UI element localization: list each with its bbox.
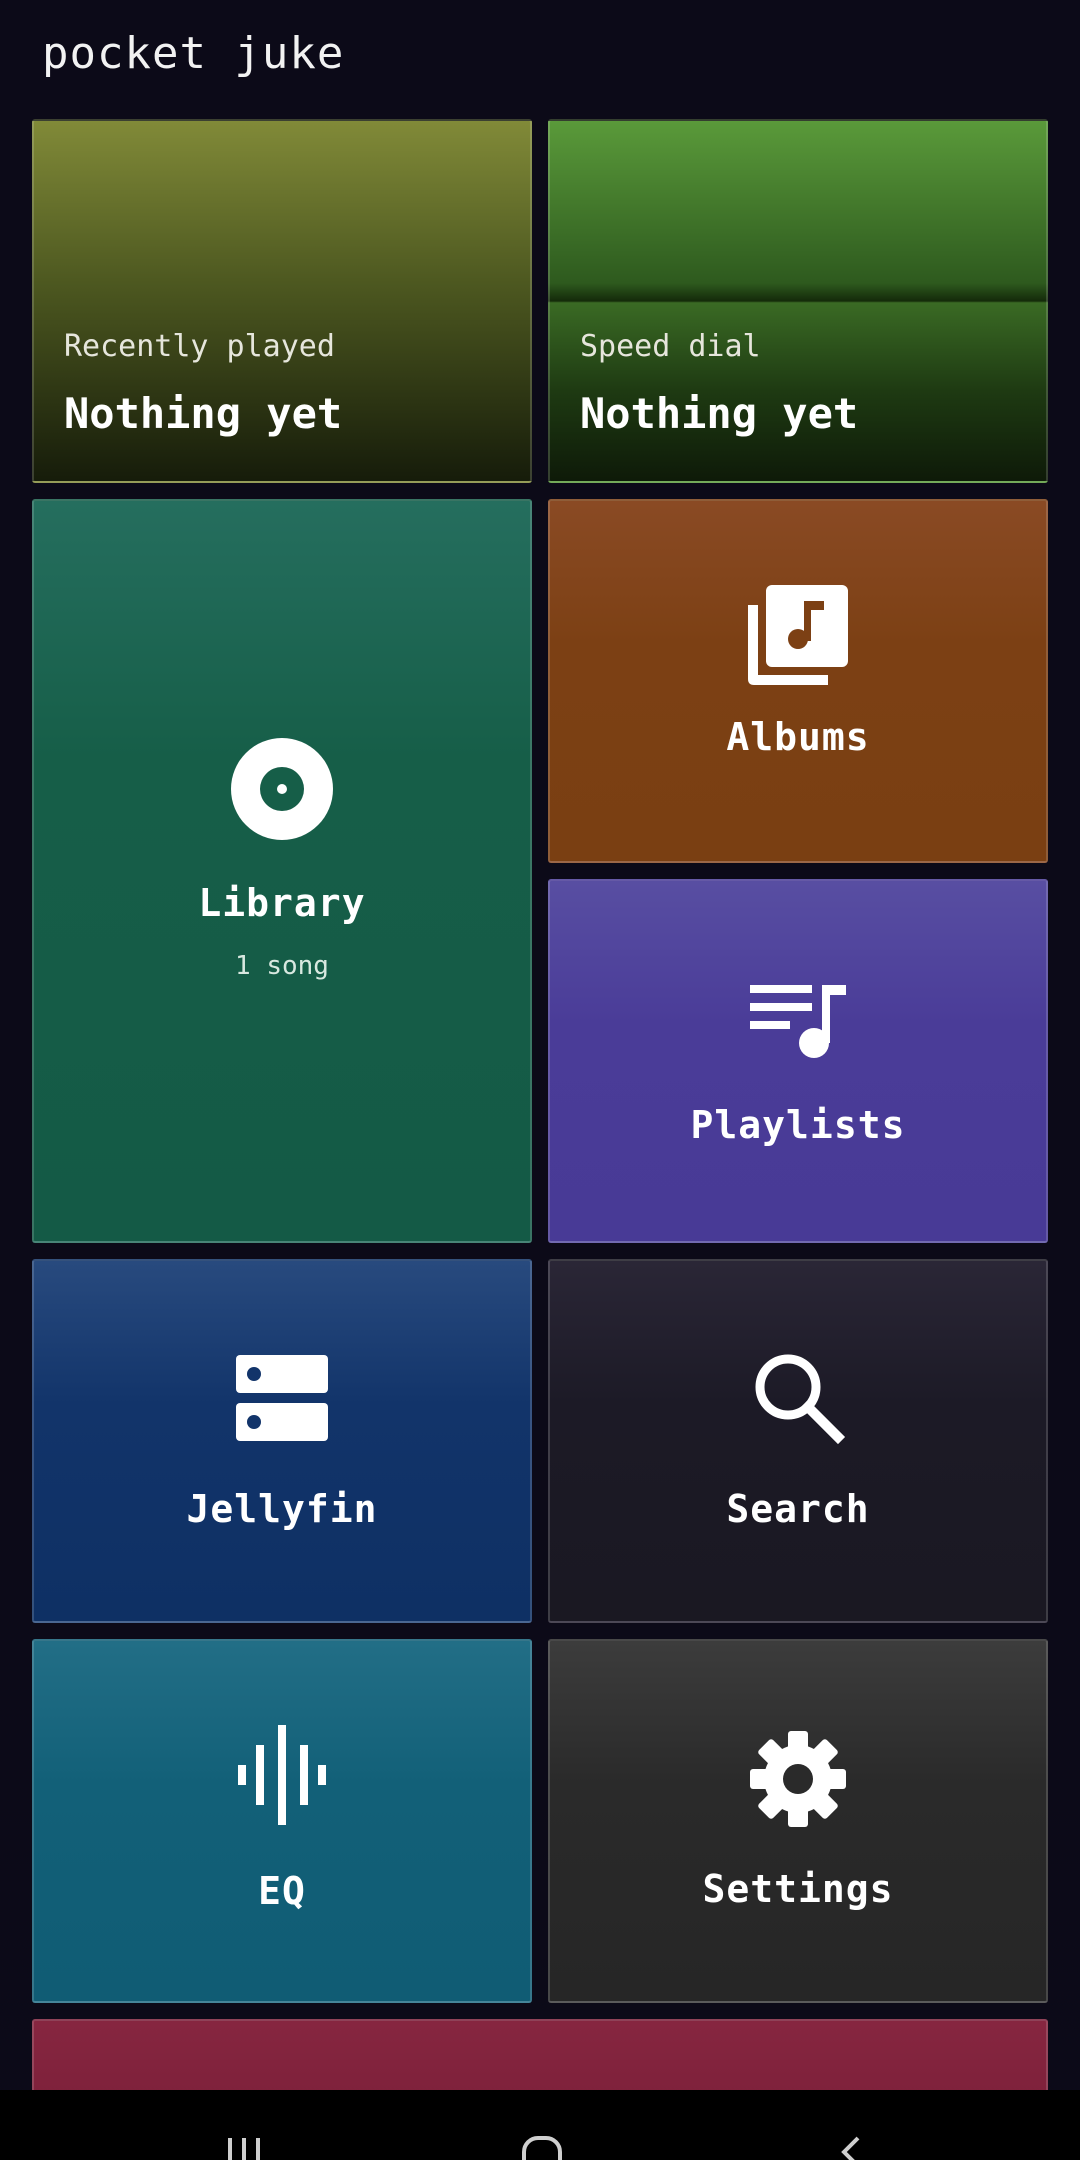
app-title: pocket juke — [42, 28, 345, 79]
server-icon — [234, 1349, 330, 1445]
app-screen: pocket juke Recently played Nothing yet … — [0, 0, 1080, 2160]
waveform-icon — [234, 1723, 330, 1827]
navigation-bar — [0, 2090, 1080, 2160]
settings-tile[interactable]: Settings — [548, 1639, 1048, 2003]
back-icon[interactable] — [820, 2130, 880, 2160]
eq-label: EQ — [258, 1869, 306, 1913]
playlist-icon — [748, 981, 848, 1061]
playlists-label: Playlists — [690, 1103, 906, 1147]
playlists-tile[interactable]: Playlists — [548, 879, 1048, 1243]
speed-dial-tile[interactable]: Speed dial Nothing yet — [548, 119, 1048, 483]
eq-tile[interactable]: EQ — [32, 1639, 532, 2003]
album-icon — [746, 583, 850, 687]
search-icon — [750, 1349, 846, 1445]
recently-played-tile[interactable]: Recently played Nothing yet — [32, 119, 532, 483]
albums-label: Albums — [726, 715, 870, 759]
recents-icon[interactable] — [216, 2130, 276, 2160]
speed-dial-value: Nothing yet — [580, 389, 859, 438]
gear-icon — [748, 1729, 848, 1829]
jellyfin-label: Jellyfin — [186, 1487, 378, 1531]
library-song-count: 1 song — [235, 951, 329, 981]
settings-label: Settings — [702, 1867, 894, 1911]
recently-played-value: Nothing yet — [64, 389, 343, 438]
library-label: Library — [198, 881, 366, 925]
disc-icon — [230, 737, 334, 841]
recently-played-caption: Recently played — [64, 329, 335, 364]
search-label: Search — [726, 1487, 870, 1531]
search-tile[interactable]: Search — [548, 1259, 1048, 1623]
home-icon[interactable] — [514, 2130, 574, 2160]
jellyfin-tile[interactable]: Jellyfin — [32, 1259, 532, 1623]
library-tile[interactable]: Library 1 song — [32, 499, 532, 1243]
albums-tile[interactable]: Albums — [548, 499, 1048, 863]
speed-dial-caption: Speed dial — [580, 329, 761, 364]
